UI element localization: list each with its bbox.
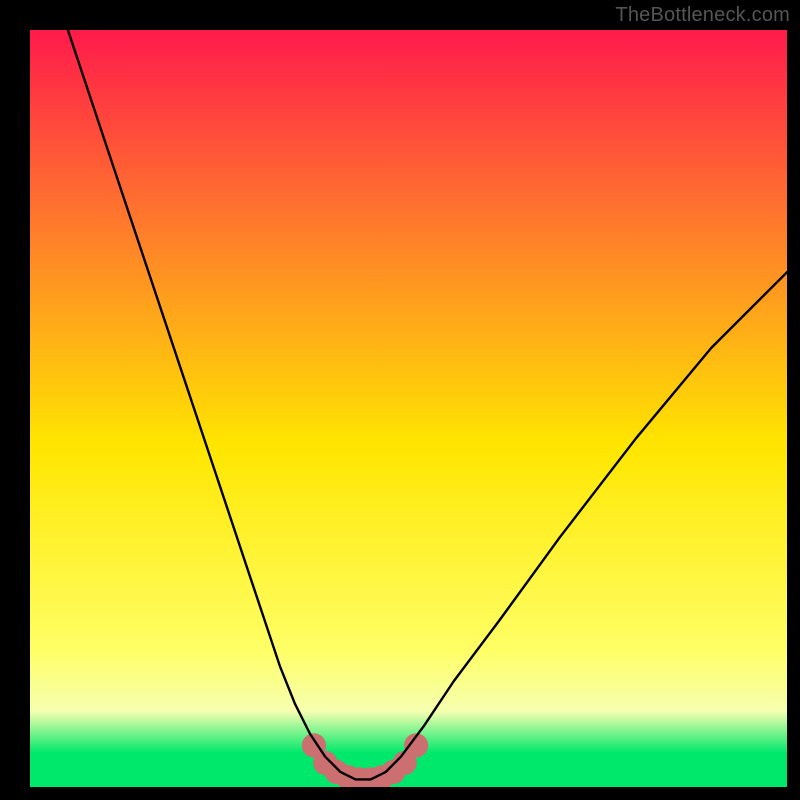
chart-frame: TheBottleneck.com: [0, 0, 800, 800]
chart-canvas: [30, 30, 787, 787]
watermark-text: TheBottleneck.com: [615, 4, 790, 27]
plot-area: [30, 30, 787, 787]
gradient-background: [30, 30, 787, 787]
